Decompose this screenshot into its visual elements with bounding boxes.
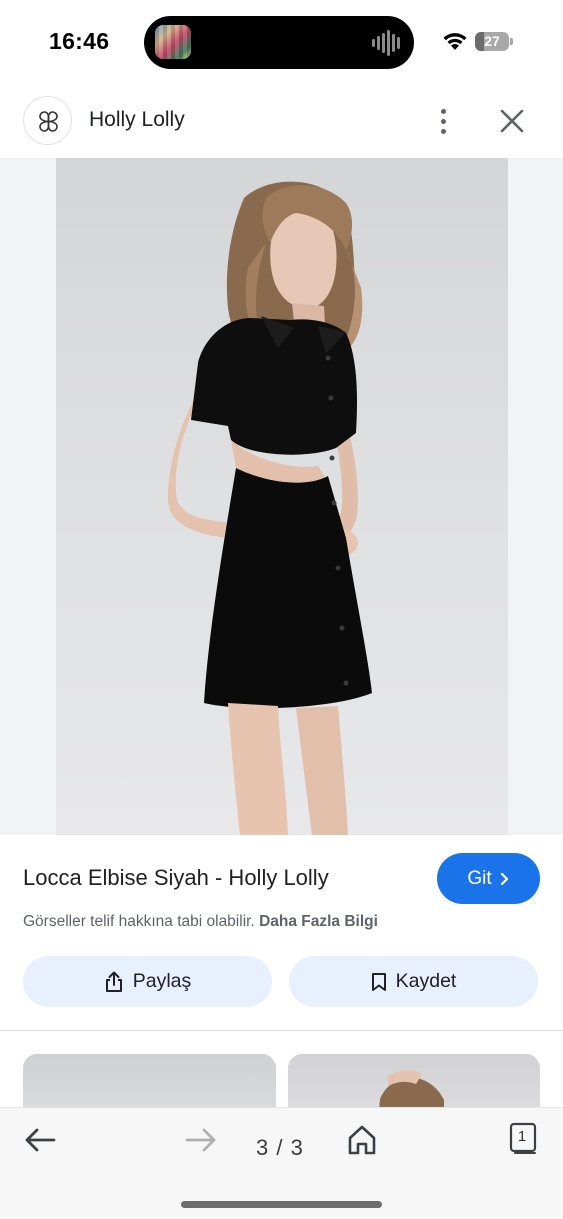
share-button[interactable]: Paylaş — [23, 956, 272, 1007]
home-icon[interactable] — [345, 1123, 379, 1157]
save-label: Kaydet — [395, 970, 457, 992]
close-icon[interactable] — [496, 105, 528, 137]
chevron-right-icon — [500, 872, 508, 885]
browser-toolbar: 3 / 3 1 — [0, 1107, 563, 1219]
audio-waveform-icon — [372, 30, 402, 56]
more-info-link[interactable]: Daha Fazla Bilgi — [259, 913, 378, 930]
status-bar: 16:46 27 — [0, 0, 563, 84]
copyright-notice: Görseller telif hakkına tabi olabilir. D… — [23, 913, 378, 931]
dynamic-island[interactable] — [144, 16, 414, 69]
related-image-thumbnail[interactable] — [288, 1054, 540, 1107]
more-vert-icon[interactable] — [428, 104, 458, 138]
dress-model-illustration — [168, 181, 372, 835]
product-title[interactable]: Locca Elbise Siyah - Holly Lolly — [23, 865, 329, 891]
save-button[interactable]: Kaydet — [289, 956, 538, 1007]
related-images — [0, 1031, 563, 1107]
status-time: 16:46 — [49, 28, 110, 54]
now-playing-thumbnail-icon — [155, 25, 191, 59]
battery-icon: 27 — [475, 32, 509, 51]
visit-button[interactable]: Git — [437, 853, 540, 904]
forward-arrow-icon[interactable] — [183, 1125, 219, 1155]
page-counter: 3 / 3 — [256, 1135, 304, 1160]
brand-logo-icon[interactable] — [23, 96, 72, 145]
wifi-icon — [443, 33, 467, 50]
image-info-panel: Locca Elbise Siyah - Holly Lolly Git Gör… — [0, 835, 563, 1031]
tabs-icon[interactable]: 1 — [507, 1122, 539, 1156]
tab-count: 1 — [517, 1128, 527, 1145]
source-header: Holly Lolly — [0, 84, 563, 158]
copyright-text: Görseller telif hakkına tabi olabilir. — [23, 913, 255, 930]
source-name[interactable]: Holly Lolly — [89, 108, 185, 132]
battery-percentage: 27 — [484, 33, 500, 49]
share-icon — [105, 971, 122, 992]
image-viewer[interactable] — [0, 158, 563, 835]
related-image-illustration — [379, 1070, 444, 1107]
related-image-thumbnail[interactable] — [23, 1054, 276, 1107]
visit-button-label: Git — [467, 867, 492, 889]
back-arrow-icon[interactable] — [22, 1125, 58, 1155]
home-indicator[interactable] — [181, 1201, 382, 1208]
bookmark-icon — [371, 972, 386, 991]
battery-nub — [510, 38, 513, 45]
product-photo[interactable] — [56, 158, 508, 835]
share-label: Paylaş — [132, 970, 192, 992]
